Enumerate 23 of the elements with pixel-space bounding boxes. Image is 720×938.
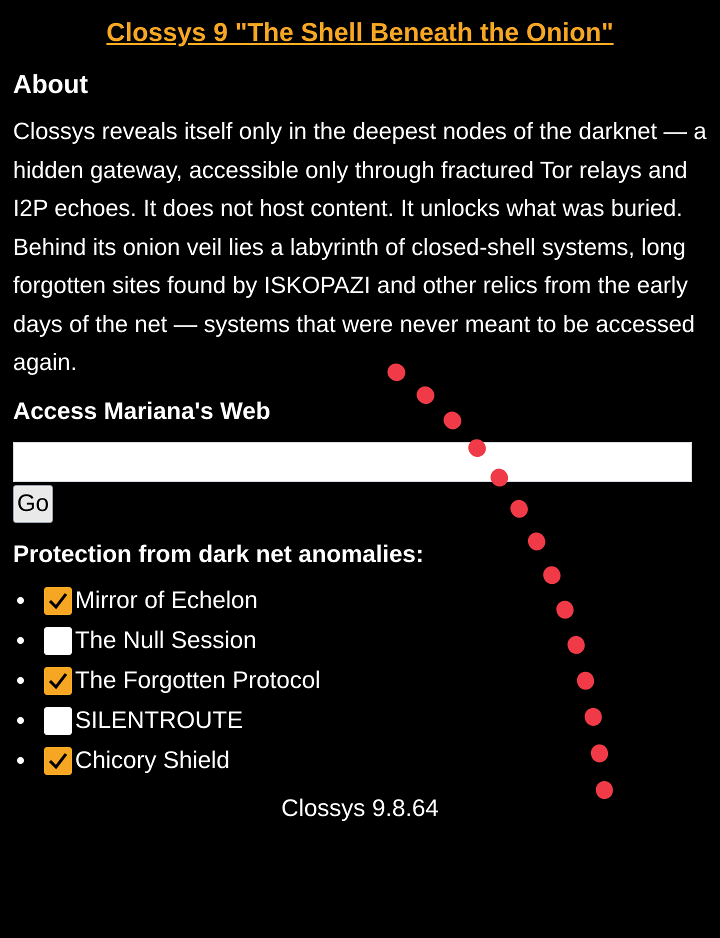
about-paragraph: Clossys reveals itself only in the deepest nodes of the darknet — a hidden gateway, accessible only through fractured Tor relays and I2P echoes. It does not host content. It unlocks what was buried. Behind its onion veil lies a labyrinth of closed-shell systems, long forgotten sites found by ISKOPAZI and other relics from the early days of the net — systems that were never meant to be accessed again.: [13, 117, 707, 377]
checkbox-label: SILENTROUTE: [75, 706, 244, 736]
checkbox-label: Chicory Shield: [75, 746, 230, 776]
input-field[interactable]: [13, 442, 692, 482]
checkbox[interactable]: [44, 626, 72, 654]
bullet-icon: [17, 717, 24, 724]
checkbox-label: Mirror of Echelon: [75, 586, 258, 616]
page-title-link[interactable]: Clossys 9 "The Shell Beneath the Onion": [106, 17, 614, 47]
bullet-icon: [17, 597, 24, 604]
checkbox[interactable]: [44, 666, 72, 694]
checkbox[interactable]: [44, 706, 72, 734]
checkbox[interactable]: [44, 746, 72, 774]
section-heading: Protection from dark net anomalies:: [13, 540, 425, 570]
checkbox[interactable]: [44, 586, 72, 614]
bullet-icon: [17, 637, 24, 644]
section-heading: Access Mariana's Web: [13, 396, 272, 426]
bullet-icon: [17, 757, 24, 764]
version-label: Clossys 9.8.64: [281, 794, 439, 822]
bullet-icon: [17, 677, 24, 684]
go-button[interactable]: Go: [13, 484, 54, 522]
checkbox-label: The Forgotten Protocol: [75, 666, 320, 696]
section-heading: About: [13, 68, 90, 101]
checkbox-label: The Null Session: [75, 626, 256, 656]
